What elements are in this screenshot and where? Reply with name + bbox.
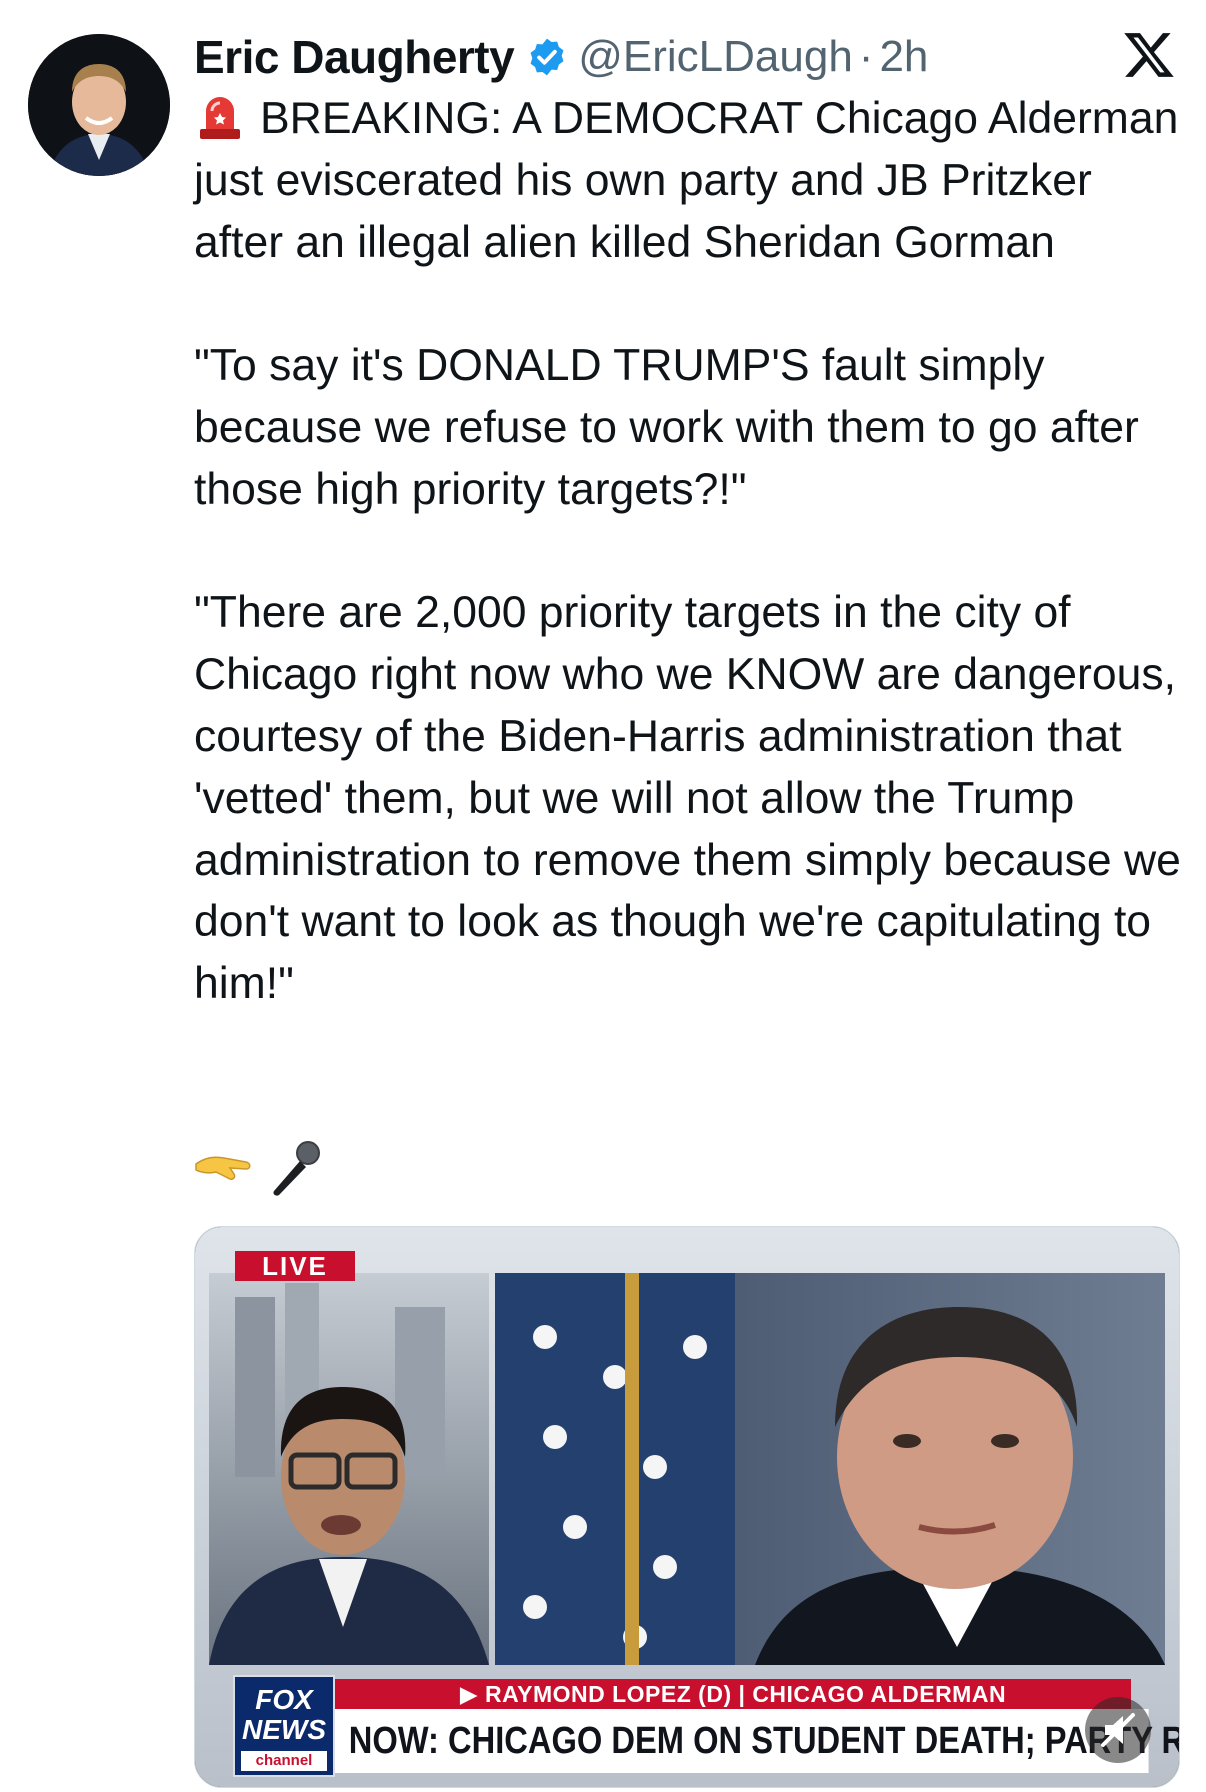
- post-time[interactable]: 2h: [879, 32, 928, 82]
- tweet-quote-1: "To say it's DONALD TRUMP'S fault simply…: [194, 341, 1139, 514]
- logo-bottom: channel: [241, 1751, 327, 1771]
- tweet-text: BREAKING: A DEMOCRAT Chicago Alderman ju…: [194, 88, 1184, 1015]
- lower-third-name: ▶ RAYMOND LOPEZ (D) | CHICAGO ALDERMAN: [335, 1679, 1131, 1709]
- live-badge: LIVE: [235, 1251, 355, 1281]
- hand-pointing-right-icon: [195, 1156, 251, 1180]
- video-player[interactable]: LIVE FOX NEWS channel ▶ RAYMOND LOPEZ (D…: [194, 1226, 1180, 1788]
- siren-icon: [194, 89, 246, 141]
- mute-button[interactable]: [1085, 1697, 1151, 1763]
- x-logo-icon[interactable]: [1122, 28, 1176, 82]
- emoji-row: [194, 1136, 336, 1200]
- microphone-icon: [273, 1141, 320, 1196]
- verified-badge-icon: [526, 36, 568, 78]
- lower-third-headline: NOW: CHICAGO DEM ON STUDENT DEATH; PARTY…: [335, 1709, 1179, 1773]
- breaking-text: BREAKING: A DEMOCRAT Chicago Alderman ju…: [194, 94, 1179, 267]
- speaker-muted-icon: [1101, 1713, 1135, 1747]
- tweet-paragraph-breaking: BREAKING: A DEMOCRAT Chicago Alderman ju…: [194, 88, 1184, 273]
- tweet-quote-2: "There are 2,000 priority targets in the…: [194, 588, 1181, 1009]
- fox-news-logo: FOX NEWS channel: [233, 1675, 335, 1777]
- avatar[interactable]: [28, 34, 170, 176]
- logo-middle: NEWS: [242, 1714, 326, 1745]
- avatar-photo: [28, 34, 170, 176]
- separator-dot: ·: [858, 32, 874, 81]
- author-name[interactable]: Eric Daugherty: [194, 30, 515, 84]
- logo-top: FOX: [255, 1684, 313, 1715]
- tweet-header: Eric Daugherty @EricLDaugh · 2h: [194, 24, 928, 90]
- author-handle[interactable]: @EricLDaugh: [578, 32, 853, 82]
